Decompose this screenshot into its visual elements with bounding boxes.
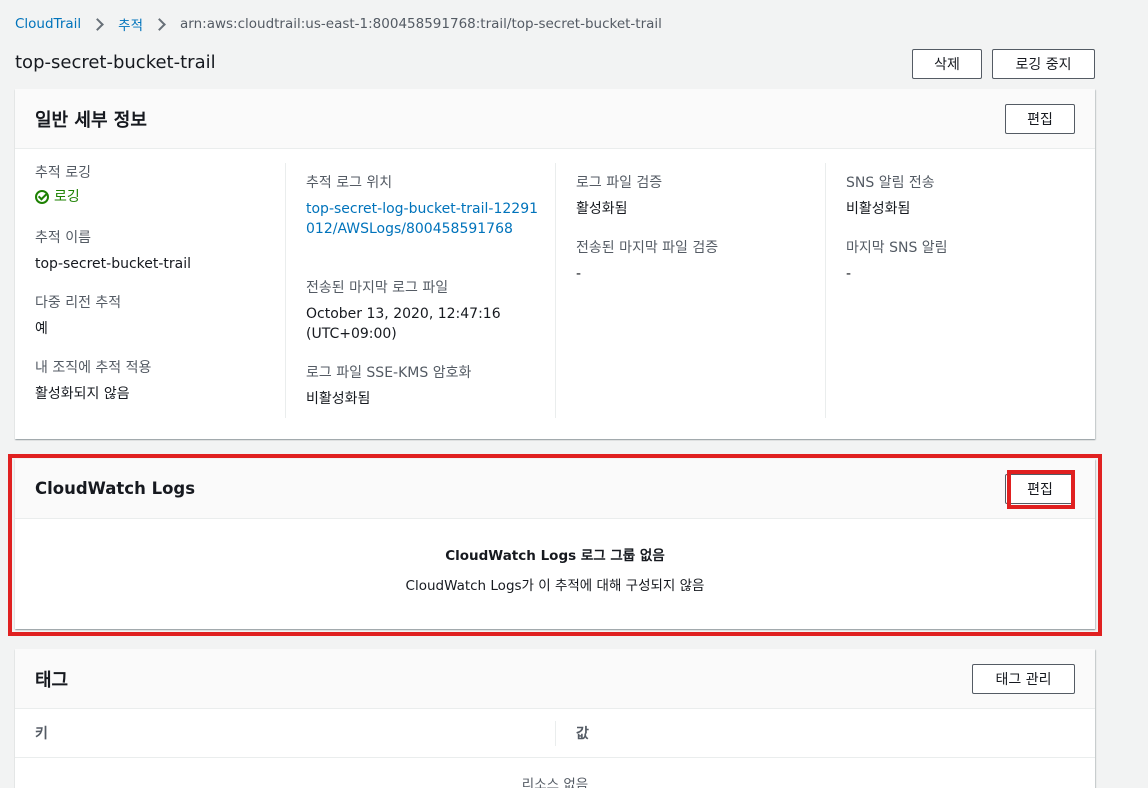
last-sns-label: 마지막 SNS 알림	[846, 240, 948, 256]
multi-region-label: 다중 리전 추적	[35, 295, 122, 311]
log-location-label: 추적 로그 위치	[306, 175, 393, 191]
general-details-panel: 일반 세부 정보 편집 추적 로깅 로깅 추적 이름 top-secret-bu…	[15, 89, 1095, 439]
tags-panel: 태그 태그 관리 키 값 리소스 없음	[15, 649, 1095, 788]
sns-label: SNS 알림 전송	[846, 175, 935, 191]
sns-value: 비활성화됨	[846, 201, 911, 217]
page-title: top-secret-bucket-trail	[15, 52, 216, 73]
details-column-4: SNS 알림 전송 비활성화됨 마지막 SNS 알림 -	[825, 163, 1095, 418]
breadcrumb-cloudtrail-link[interactable]: CloudTrail	[15, 16, 81, 32]
breadcrumb-trails-link[interactable]: 추적	[118, 14, 143, 34]
breadcrumb-current: arn:aws:cloudtrail:us-east-1:80045859176…	[180, 16, 662, 32]
general-edit-button[interactable]: 편집	[1005, 104, 1075, 134]
stop-logging-button[interactable]: 로깅 중지	[992, 49, 1095, 79]
details-column-1: 추적 로깅 로깅 추적 이름 top-secret-bucket-trail 다…	[15, 163, 285, 418]
last-sns-value: -	[846, 266, 852, 282]
delete-button[interactable]: 삭제	[912, 49, 982, 79]
trail-logging-status: 로깅	[35, 187, 91, 207]
chevron-right-icon	[91, 17, 105, 31]
sse-kms-label: 로그 파일 SSE-KMS 암호화	[306, 365, 472, 381]
check-circle-icon	[35, 190, 49, 204]
last-validation-label: 전송된 마지막 파일 검증	[576, 240, 719, 256]
general-details-title: 일반 세부 정보	[35, 110, 147, 131]
chevron-right-icon	[153, 17, 166, 31]
highlight-box-edit-button	[1007, 470, 1075, 509]
details-column-2: 추적 로그 위치 top-secret-log-bucket-trail-122…	[285, 163, 555, 418]
trail-name-label: 추적 이름	[35, 230, 91, 246]
breadcrumb: CloudTrail 추적 arn:aws:cloudtrail:us-east…	[15, 14, 662, 34]
general-details-header: 일반 세부 정보 편집	[15, 89, 1095, 149]
tags-header: 태그 태그 관리	[15, 649, 1095, 709]
org-trail-label: 내 조직에 추적 적용	[35, 360, 152, 376]
sse-kms-value: 비활성화됨	[306, 391, 371, 407]
tags-column-value[interactable]: 값	[576, 709, 589, 757]
trail-logging-value: 로깅	[54, 189, 80, 205]
details-column-3: 로그 파일 검증 활성화됨 전송된 마지막 파일 검증 -	[555, 163, 825, 418]
tags-empty-message: 리소스 없음	[521, 777, 589, 788]
trail-name-value: top-secret-bucket-trail	[35, 256, 192, 272]
tags-table-header: 키 값	[15, 709, 1095, 758]
multi-region-value: 예	[35, 321, 48, 337]
last-log-file-label: 전송된 마지막 로그 파일	[306, 280, 449, 296]
column-divider	[555, 721, 556, 746]
last-validation-value: -	[576, 266, 582, 282]
highlight-box-cloudwatch-panel	[8, 454, 1102, 636]
log-validation-label: 로그 파일 검증	[576, 175, 663, 191]
tags-column-key[interactable]: 키	[35, 709, 48, 757]
trail-logging-label: 추적 로깅	[35, 165, 91, 181]
tags-title: 태그	[35, 670, 69, 691]
log-location-link[interactable]: top-secret-log-bucket-trail-12291012/AWS…	[306, 199, 541, 239]
org-trail-value: 활성화되지 않음	[35, 386, 130, 402]
last-log-file-value: October 13, 2020, 12:47:16 (UTC+09:00)	[306, 306, 501, 342]
log-validation-value: 활성화됨	[576, 201, 628, 217]
manage-tags-button[interactable]: 태그 관리	[972, 664, 1075, 694]
